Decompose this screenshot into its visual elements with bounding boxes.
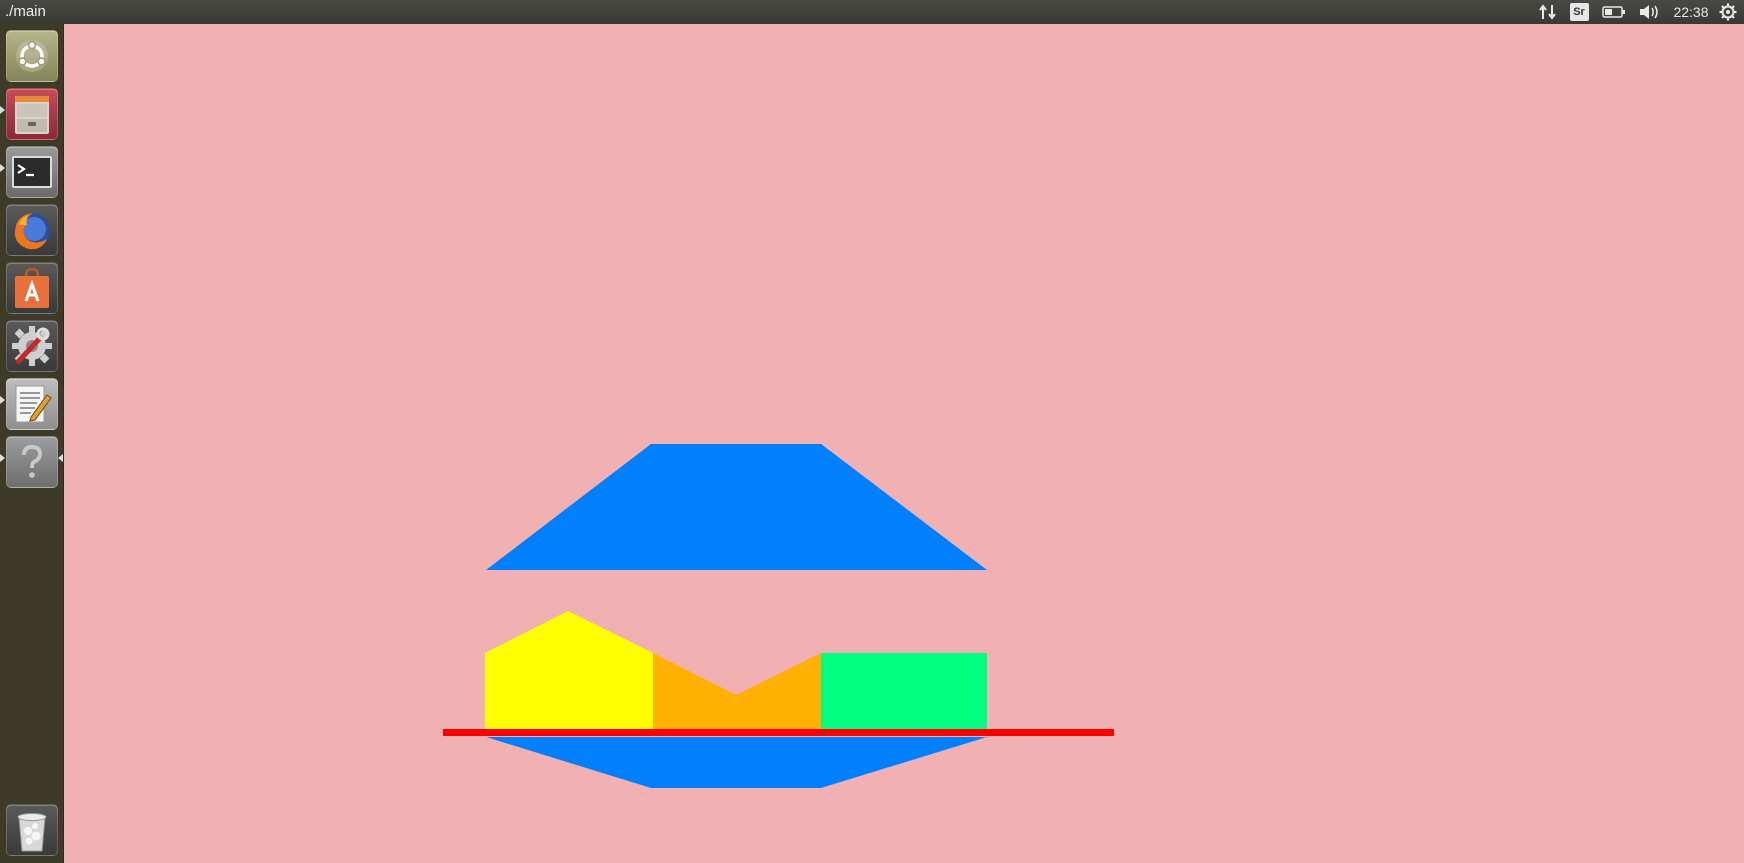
keyboard-layout-label: Sr: [1569, 3, 1589, 21]
orange-notched-shape: [653, 653, 821, 733]
red-line: [443, 729, 1114, 736]
ubuntu-logo-icon: [16, 40, 48, 72]
gear-wrench-icon: [12, 326, 52, 366]
keyboard-layout-indicator[interactable]: Sr: [1568, 0, 1590, 24]
blue-trapezoid-top: [486, 444, 987, 570]
launcher-text-editor[interactable]: [6, 378, 58, 430]
launcher: [0, 24, 64, 863]
focused-indicator: [58, 454, 63, 462]
network-icon[interactable]: [1535, 0, 1561, 24]
clock[interactable]: 22:38: [1668, 0, 1714, 24]
battery-icon[interactable]: [1600, 0, 1628, 24]
shopping-bag-icon: [15, 267, 49, 308]
launcher-dash-home[interactable]: [6, 30, 58, 82]
running-indicator: [0, 164, 5, 172]
session-gear-icon[interactable]: [1716, 0, 1740, 24]
rendered-scene: [443, 444, 1114, 788]
desktop: ./main Sr 22:38: [0, 0, 1744, 863]
launcher-firefox[interactable]: [6, 204, 58, 256]
terminal-icon: [12, 156, 52, 188]
green-rectangle: [821, 653, 987, 733]
file-cabinet-icon: [15, 96, 49, 134]
notepad-pencil-icon: [15, 385, 52, 423]
running-indicator: [0, 106, 5, 114]
launcher-files[interactable]: [6, 88, 58, 140]
launcher-software-center[interactable]: [6, 262, 58, 314]
launcher-help[interactable]: [6, 436, 58, 488]
window-title: ./main: [5, 3, 46, 20]
launcher-system-settings[interactable]: [6, 320, 58, 372]
firefox-icon: [14, 213, 50, 250]
main-window-canvas[interactable]: [64, 24, 1744, 863]
question-mark-icon: [22, 444, 43, 478]
running-indicator: [0, 454, 5, 462]
yellow-pentagon: [485, 611, 653, 733]
blue-shape-bottom: [486, 737, 987, 788]
launcher-trash[interactable]: [6, 804, 58, 856]
trash-icon: [17, 813, 47, 852]
volume-icon[interactable]: [1636, 0, 1662, 24]
running-indicator: [0, 396, 5, 404]
launcher-terminal[interactable]: [6, 146, 58, 198]
top-panel: ./main Sr 22:38: [0, 0, 1744, 24]
clock-label: 22:38: [1673, 4, 1709, 20]
